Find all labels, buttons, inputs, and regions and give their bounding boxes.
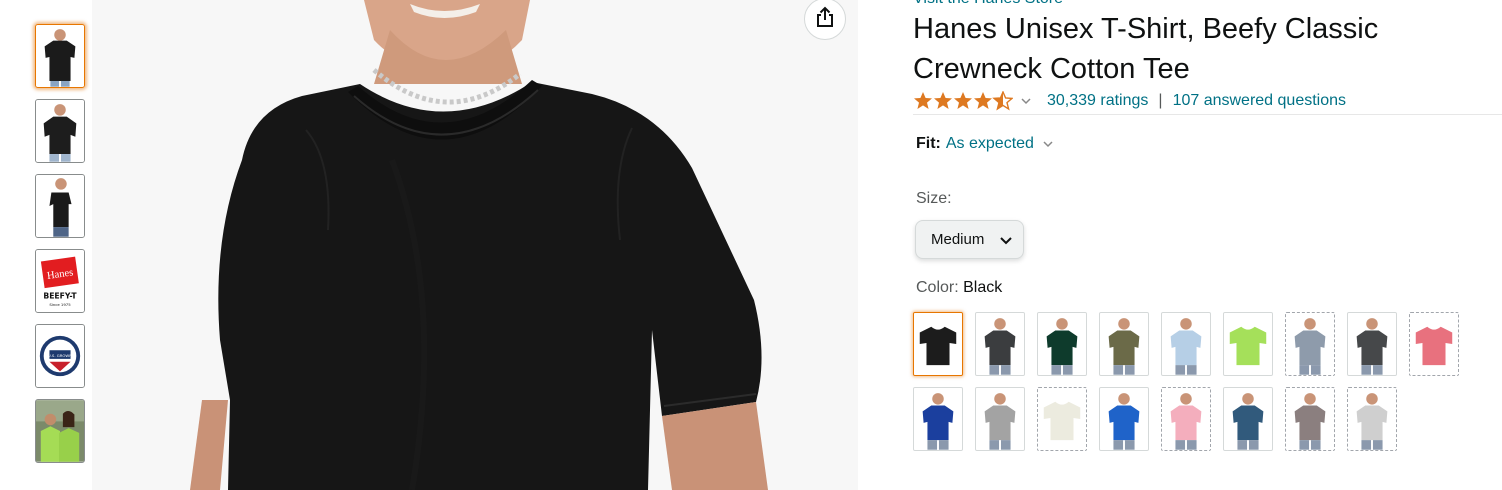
size-label: Size: — [916, 190, 952, 207]
product-page: Hanes BEEFY-T Since 1975 U.S. GROWN Hane… — [0, 0, 1502, 490]
thumbnail-lifestyle[interactable] — [35, 399, 85, 463]
thumbnail-us-cotton-seal[interactable]: U.S. GROWN — [35, 324, 85, 388]
color-swatch[interactable] — [1223, 312, 1273, 376]
share-icon — [814, 6, 836, 33]
size-dropdown[interactable]: Medium — [915, 220, 1024, 259]
color-swatch[interactable] — [1099, 387, 1149, 451]
star-icon — [914, 91, 1013, 110]
fit-value-link[interactable]: As expected — [946, 135, 1034, 153]
svg-text:Since 1975: Since 1975 — [49, 302, 71, 307]
color-row: Color: Black — [916, 279, 1002, 297]
color-swatch[interactable] — [1347, 387, 1397, 451]
color-swatch[interactable] — [1285, 312, 1335, 376]
main-product-image[interactable] — [92, 0, 858, 490]
store-link[interactable]: Visit the Hanes Store — [913, 0, 1063, 8]
svg-text:BEEFY-T: BEEFY-T — [43, 291, 77, 300]
rating-row: 30,339 ratings | 107 answered questions — [913, 88, 1346, 114]
divider — [913, 114, 1502, 115]
color-swatch[interactable] — [1347, 312, 1397, 376]
color-label: Color: — [916, 279, 964, 296]
color-swatch[interactable] — [913, 387, 963, 451]
product-title: Hanes Unisex T-Shirt, Beefy Classic Crew… — [913, 13, 1379, 85]
color-swatch[interactable] — [975, 387, 1025, 451]
svg-text:U.S. GROWN: U.S. GROWN — [48, 353, 72, 358]
color-swatch[interactable] — [1037, 387, 1087, 451]
chevron-down-icon — [1021, 97, 1031, 105]
color-swatch[interactable] — [1099, 312, 1149, 376]
fit-label: Fit: — [916, 135, 941, 152]
share-button[interactable] — [804, 0, 846, 40]
size-selected-value: Medium — [931, 231, 985, 248]
chevron-down-icon[interactable] — [1043, 135, 1053, 153]
chevron-down-icon — [999, 233, 1013, 250]
fit-row[interactable]: Fit: As expected — [916, 135, 1053, 153]
color-swatch[interactable] — [1161, 387, 1211, 451]
color-selected-value: Black — [963, 279, 1003, 296]
ratings-count-link[interactable]: 30,339 ratings — [1047, 92, 1148, 110]
color-swatch[interactable] — [1161, 312, 1211, 376]
thumbnail-side[interactable] — [35, 174, 85, 238]
thumbnail-hanes-logo[interactable]: Hanes BEEFY-T Since 1975 — [35, 249, 85, 313]
color-swatch[interactable] — [1285, 387, 1335, 451]
color-swatch[interactable] — [1409, 312, 1459, 376]
thumbnail-front[interactable] — [35, 24, 85, 88]
star-rating[interactable] — [913, 91, 1031, 111]
color-swatch[interactable] — [913, 312, 963, 376]
answered-questions-link[interactable]: 107 answered questions — [1173, 92, 1346, 110]
color-swatch[interactable] — [975, 312, 1025, 376]
thumbnail-model[interactable] — [35, 99, 85, 163]
color-swatch[interactable] — [1037, 312, 1087, 376]
color-swatch[interactable] — [1223, 387, 1273, 451]
separator: | — [1158, 92, 1163, 109]
